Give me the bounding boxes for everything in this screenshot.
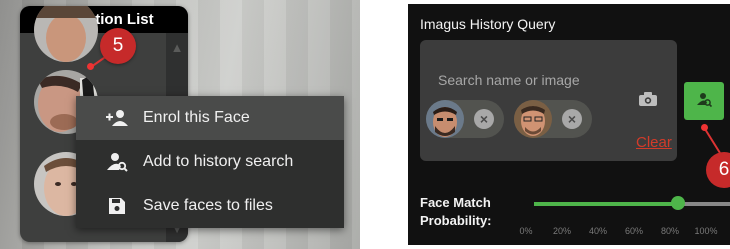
menu-item-label: Enrol this Face	[143, 109, 250, 126]
menu-item-enrol-face[interactable]: Enrol this Face	[76, 96, 344, 140]
remove-chip-icon[interactable]: ×	[474, 109, 494, 129]
detection-item[interactable]	[28, 6, 158, 64]
search-input-placeholder[interactable]: Search name or image	[438, 72, 580, 88]
menu-item-label: Add to history search	[143, 153, 294, 170]
scroll-up-arrow-icon[interactable]: ▲	[166, 37, 188, 59]
history-query-title: Imagus History Query	[420, 16, 556, 32]
search-input-area[interactable]: Search name or image × × Clear	[420, 40, 677, 161]
screenshot-canvas: Detection List ▲ ▼ 5 Enrol this Face Add…	[0, 0, 730, 249]
face-match-slider[interactable]	[534, 196, 730, 210]
remove-chip-icon[interactable]: ×	[562, 109, 582, 129]
face-match-label: Face Match Probability:	[420, 194, 492, 230]
menu-item-add-history-search[interactable]: Add to history search	[76, 140, 344, 184]
slider-thumb[interactable]	[671, 196, 685, 210]
slider-track-rest	[678, 202, 730, 206]
clear-link[interactable]: Clear	[636, 134, 672, 151]
annotation-pointer-dot	[701, 124, 708, 131]
person-search-icon	[107, 153, 128, 172]
person-search-icon	[697, 93, 712, 108]
history-search-button[interactable]	[684, 82, 724, 120]
slider-tick-label: 40%	[588, 226, 607, 236]
annotation-badge: 5	[100, 28, 136, 64]
slider-tick-label: 80%	[660, 226, 679, 236]
menu-item-save-faces[interactable]: Save faces to files	[76, 184, 344, 228]
save-disk-icon	[109, 198, 125, 214]
chip-face-image	[426, 100, 464, 138]
history-query-panel: Imagus History Query Search name or imag…	[408, 4, 730, 245]
camera-background: Detection List ▲ ▼ 5 Enrol this Face Add…	[0, 0, 360, 249]
chip-face-image	[514, 100, 552, 138]
add-person-icon	[106, 110, 128, 126]
face-chip: ×	[426, 100, 504, 138]
slider-tick-label: 100%	[694, 226, 718, 236]
slider-tick-label: 20%	[552, 226, 571, 236]
face-context-menu: Enrol this Face Add to history search Sa…	[76, 96, 344, 228]
camera-icon[interactable]	[639, 92, 657, 106]
face-match-label-line1: Face Match	[420, 195, 491, 210]
slider-tick-label: 60%	[624, 226, 643, 236]
annotation-pointer-dot	[87, 63, 94, 70]
slider-tick-label: 0%	[519, 226, 533, 236]
slider-fill	[534, 202, 678, 206]
face-thumbnail[interactable]	[34, 6, 98, 62]
menu-item-label: Save faces to files	[143, 197, 273, 214]
face-match-label-line2: Probability:	[420, 213, 492, 228]
face-chip: ×	[514, 100, 592, 138]
